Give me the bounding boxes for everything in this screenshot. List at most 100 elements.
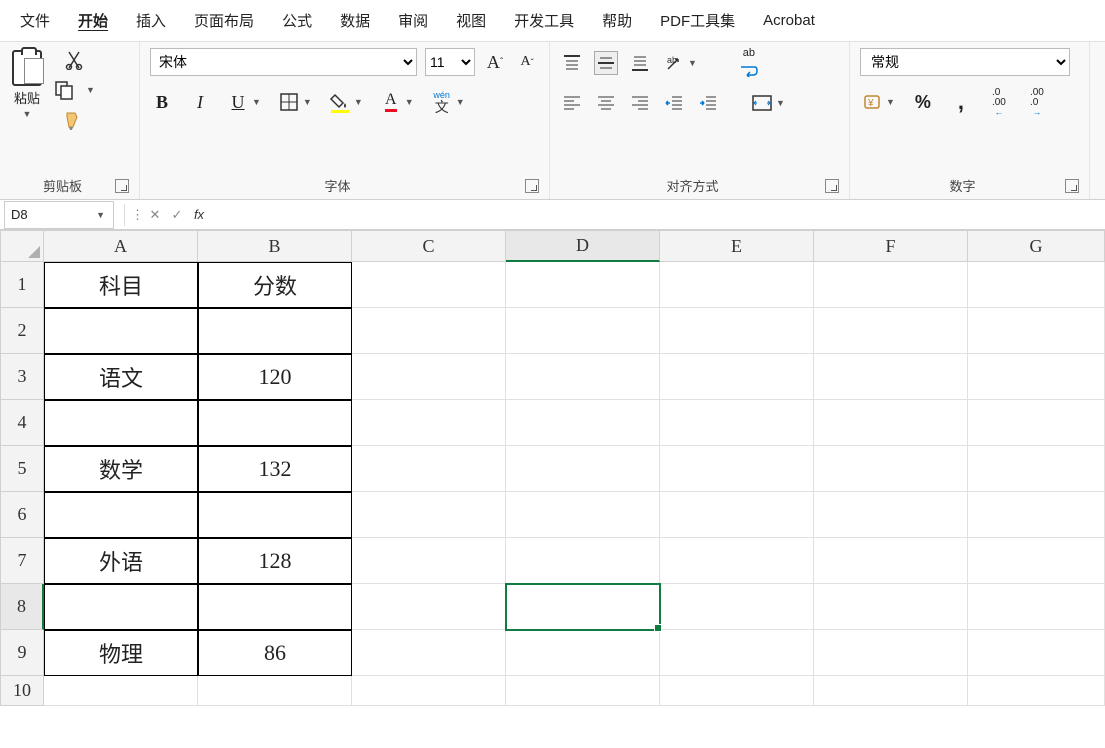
- align-center-button[interactable]: [594, 91, 618, 115]
- cell-A5[interactable]: 数学: [44, 446, 198, 492]
- fill-color-button[interactable]: [328, 90, 352, 114]
- cell-B10[interactable]: [198, 676, 352, 706]
- cell-G7[interactable]: [968, 538, 1105, 584]
- cell-A7[interactable]: 外语: [44, 538, 198, 584]
- chevron-down-icon[interactable]: ▼: [301, 97, 314, 107]
- cell-B2[interactable]: [198, 308, 352, 354]
- cell-G6[interactable]: [968, 492, 1105, 538]
- cell-C1[interactable]: [352, 262, 506, 308]
- cell-D9[interactable]: [506, 630, 660, 676]
- cell-A2[interactable]: [44, 308, 198, 354]
- clipboard-launcher[interactable]: [115, 179, 129, 193]
- align-left-button[interactable]: [560, 91, 584, 115]
- increase-indent-button[interactable]: [696, 91, 720, 115]
- cell-C8[interactable]: [352, 584, 506, 630]
- more-icon[interactable]: ⋮: [131, 207, 144, 223]
- tab-Acrobat[interactable]: Acrobat: [751, 4, 827, 37]
- cut-button[interactable]: [62, 48, 86, 72]
- cell-C3[interactable]: [352, 354, 506, 400]
- decrease-indent-button[interactable]: [662, 91, 686, 115]
- cell-F10[interactable]: [814, 676, 968, 706]
- cell-E5[interactable]: [660, 446, 814, 492]
- phonetic-button[interactable]: wén 文: [430, 90, 454, 114]
- tab-帮助[interactable]: 帮助: [590, 2, 644, 39]
- row-header-7[interactable]: 7: [0, 538, 44, 584]
- cell-E3[interactable]: [660, 354, 814, 400]
- cell-C6[interactable]: [352, 492, 506, 538]
- cell-D4[interactable]: [506, 400, 660, 446]
- alignment-launcher[interactable]: [825, 179, 839, 193]
- cell-F5[interactable]: [814, 446, 968, 492]
- cell-E2[interactable]: [660, 308, 814, 354]
- merge-button[interactable]: [750, 91, 774, 115]
- column-header-B[interactable]: B: [198, 230, 352, 262]
- align-bottom-button[interactable]: [628, 51, 652, 75]
- cell-D6[interactable]: [506, 492, 660, 538]
- accounting-format-button[interactable]: ¥: [860, 90, 884, 114]
- cell-C2[interactable]: [352, 308, 506, 354]
- column-header-F[interactable]: F: [814, 230, 968, 262]
- cell-G3[interactable]: [968, 354, 1105, 400]
- cell-F8[interactable]: [814, 584, 968, 630]
- tab-公式[interactable]: 公式: [270, 2, 324, 39]
- cell-F2[interactable]: [814, 308, 968, 354]
- row-header-1[interactable]: 1: [0, 262, 44, 308]
- chevron-down-icon[interactable]: ▼: [774, 98, 787, 108]
- column-header-E[interactable]: E: [660, 230, 814, 262]
- cell-A3[interactable]: 语文: [44, 354, 198, 400]
- cell-E10[interactable]: [660, 676, 814, 706]
- align-top-button[interactable]: [560, 51, 584, 75]
- tab-文件[interactable]: 文件: [8, 2, 62, 39]
- cell-A6[interactable]: [44, 492, 198, 538]
- cell-F1[interactable]: [814, 262, 968, 308]
- row-header-9[interactable]: 9: [0, 630, 44, 676]
- cell-D10[interactable]: [506, 676, 660, 706]
- cell-B9[interactable]: 86: [198, 630, 352, 676]
- cell-A1[interactable]: 科目: [44, 262, 198, 308]
- cell-G1[interactable]: [968, 262, 1105, 308]
- cell-F4[interactable]: [814, 400, 968, 446]
- copy-button[interactable]: [52, 78, 76, 102]
- cell-E1[interactable]: [660, 262, 814, 308]
- fx-button[interactable]: fx: [188, 207, 210, 222]
- cell-D1[interactable]: [506, 262, 660, 308]
- align-right-button[interactable]: [628, 91, 652, 115]
- cell-D2[interactable]: [506, 308, 660, 354]
- name-box[interactable]: D8 ▼: [4, 201, 114, 229]
- chevron-down-icon[interactable]: ▼: [94, 210, 107, 220]
- row-header-10[interactable]: 10: [0, 676, 44, 706]
- cell-B1[interactable]: 分数: [198, 262, 352, 308]
- chevron-down-icon[interactable]: ▼: [454, 97, 467, 107]
- cell-B6[interactable]: [198, 492, 352, 538]
- cell-G4[interactable]: [968, 400, 1105, 446]
- tab-审阅[interactable]: 审阅: [386, 2, 440, 39]
- underline-button[interactable]: U: [226, 90, 250, 114]
- cell-A10[interactable]: [44, 676, 198, 706]
- number-format-select[interactable]: 常规: [860, 48, 1070, 76]
- cell-G5[interactable]: [968, 446, 1105, 492]
- increase-decimal-button[interactable]: .0.00←: [987, 90, 1011, 114]
- tab-视图[interactable]: 视图: [444, 2, 498, 39]
- cell-G2[interactable]: [968, 308, 1105, 354]
- select-all-corner[interactable]: [0, 230, 44, 262]
- wrap-text-button[interactable]: ab: [739, 48, 759, 77]
- italic-button[interactable]: I: [188, 90, 212, 114]
- cell-A9[interactable]: 物理: [44, 630, 198, 676]
- row-header-6[interactable]: 6: [0, 492, 44, 538]
- font-launcher[interactable]: [525, 179, 539, 193]
- column-header-C[interactable]: C: [352, 230, 506, 262]
- cell-C10[interactable]: [352, 676, 506, 706]
- cell-E9[interactable]: [660, 630, 814, 676]
- tab-PDF工具集[interactable]: PDF工具集: [648, 2, 747, 39]
- cell-D5[interactable]: [506, 446, 660, 492]
- cell-F6[interactable]: [814, 492, 968, 538]
- row-header-3[interactable]: 3: [0, 354, 44, 400]
- formula-input[interactable]: [210, 202, 1105, 228]
- cell-C7[interactable]: [352, 538, 506, 584]
- cell-D3[interactable]: [506, 354, 660, 400]
- cell-B5[interactable]: 132: [198, 446, 352, 492]
- cell-A8[interactable]: [44, 584, 198, 630]
- bold-button[interactable]: B: [150, 90, 174, 114]
- cell-F7[interactable]: [814, 538, 968, 584]
- tab-开始[interactable]: 开始: [66, 2, 120, 39]
